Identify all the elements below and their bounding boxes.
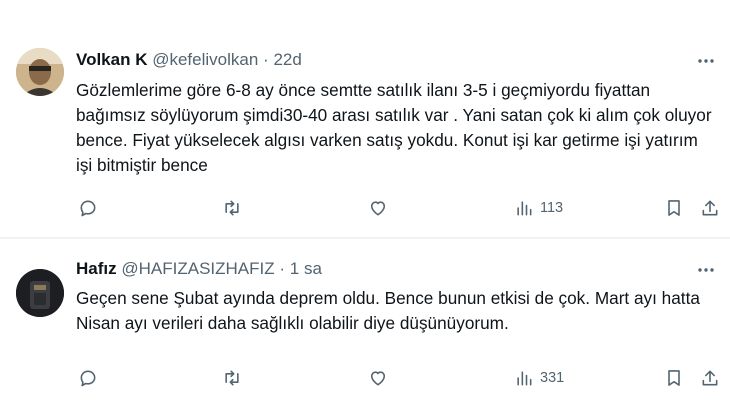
timestamp[interactable]: 1 sa <box>290 259 322 278</box>
retweet-button[interactable] <box>222 366 242 390</box>
views-icon <box>517 201 532 216</box>
timestamp[interactable]: 22d <box>273 50 301 69</box>
avatar-image <box>16 48 64 96</box>
like-button[interactable] <box>368 366 388 390</box>
more-button[interactable] <box>694 49 718 73</box>
reply-button[interactable] <box>78 196 98 220</box>
retweet-icon <box>225 370 239 386</box>
display-name[interactable]: Volkan K <box>76 50 147 69</box>
separator: · <box>263 50 269 69</box>
tweet-header: Volkan K @kefelivolkan · 22d <box>76 49 714 71</box>
share-icon <box>702 370 718 386</box>
retweet-button[interactable] <box>222 196 242 220</box>
retweet-icon <box>225 200 239 216</box>
share-button[interactable] <box>700 196 720 220</box>
views-count: 331 <box>540 370 565 386</box>
tweet[interactable]: Hafız @HAFIZASIZHAFIZ · 1 sa Geçen sene … <box>0 238 730 420</box>
tweet-text: Geçen sene Şubat ayında deprem oldu. Ben… <box>76 288 700 333</box>
like-icon <box>370 201 386 216</box>
views-button[interactable]: 113 <box>514 196 563 220</box>
bookmark-icon <box>668 370 680 386</box>
views-button[interactable]: 331 <box>514 366 564 390</box>
action-bar: 331 <box>76 366 720 390</box>
avatar[interactable] <box>16 269 64 317</box>
views-icon <box>517 371 532 386</box>
share-icon <box>702 200 718 216</box>
display-name[interactable]: Hafız <box>76 259 117 278</box>
avatar[interactable] <box>16 48 64 96</box>
tweet-text: Gözlemlerime göre 6-8 ay önce semtte sat… <box>76 80 712 175</box>
bookmark-button[interactable] <box>664 196 684 220</box>
share-button[interactable] <box>700 366 720 390</box>
more-icon <box>698 59 714 63</box>
reply-button[interactable] <box>78 366 98 390</box>
separator: · <box>279 259 286 278</box>
more-icon <box>698 268 714 272</box>
bookmark-icon <box>668 200 680 216</box>
like-icon <box>370 371 386 386</box>
avatar-image <box>16 269 64 317</box>
reply-icon <box>80 370 96 387</box>
like-button[interactable] <box>368 196 388 220</box>
tweet[interactable]: Volkan K @kefelivolkan · 22d Gözlemlerim… <box>0 0 730 238</box>
more-button[interactable] <box>694 258 718 282</box>
tweet-header: Hafız @HAFIZASIZHAFIZ · 1 sa <box>76 258 714 280</box>
reply-icon <box>80 200 96 217</box>
handle[interactable]: @kefelivolkan <box>152 50 258 69</box>
action-bar: 113 <box>76 196 720 220</box>
handle[interactable]: @HAFIZASIZHAFIZ <box>121 259 274 278</box>
views-count: 113 <box>540 200 564 216</box>
bookmark-button[interactable] <box>664 366 684 390</box>
